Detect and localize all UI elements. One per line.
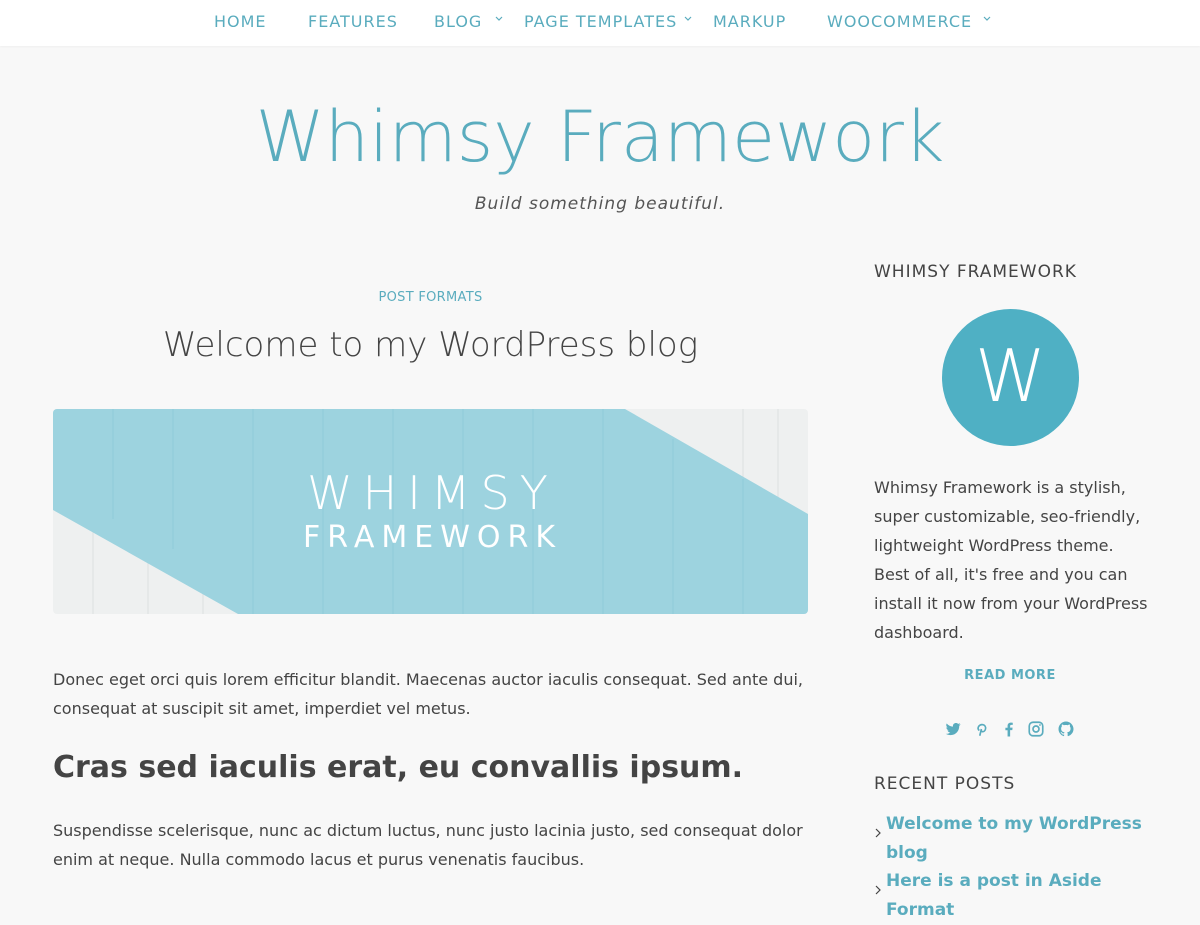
nav-item-woocommerce[interactable]: WOOCOMMERCE bbox=[827, 12, 972, 31]
recent-post-label[interactable]: Welcome to my WordPress blog bbox=[874, 810, 1154, 868]
pinterest-icon[interactable] bbox=[973, 720, 991, 738]
featured-image-line1: WHIMSY bbox=[307, 466, 558, 520]
recent-post-link[interactable]: Welcome to my WordPress blog bbox=[874, 810, 1154, 868]
nav-item-page-templates[interactable]: PAGE TEMPLATES bbox=[524, 12, 677, 31]
post-title[interactable]: Welcome to my WordPress blog bbox=[53, 325, 808, 365]
recent-post-link[interactable]: Here is a post in Aside Format bbox=[874, 867, 1154, 925]
post-category-link[interactable]: POST FORMATS bbox=[53, 290, 808, 305]
featured-image-line2: FRAMEWORK bbox=[302, 520, 563, 555]
nav-item-home[interactable]: HOME bbox=[214, 12, 267, 31]
chevron-right-icon bbox=[874, 819, 882, 838]
site-title[interactable]: Whimsy Framework bbox=[0, 96, 1200, 178]
post-subheading: Cras sed iaculis erat, eu convallis ipsu… bbox=[53, 750, 744, 785]
top-navigation: HOME FEATURES BLOG PAGE TEMPLATES MARKUP… bbox=[0, 0, 1200, 46]
recent-post-label[interactable]: Here is a post in Aside Format bbox=[874, 867, 1154, 925]
twitter-icon[interactable] bbox=[944, 720, 962, 738]
facebook-icon[interactable] bbox=[1000, 720, 1018, 738]
chevron-down-icon[interactable] bbox=[982, 14, 992, 24]
nav-item-features[interactable]: FEATURES bbox=[308, 12, 398, 31]
post-paragraph: Donec eget orci quis lorem efficitur bla… bbox=[53, 670, 803, 718]
logo-letter: W bbox=[974, 334, 1047, 418]
nav-item-markup[interactable]: MARKUP bbox=[713, 12, 786, 31]
site-tagline: Build something beautiful. bbox=[474, 194, 726, 214]
instagram-icon[interactable] bbox=[1027, 720, 1045, 738]
read-more-button[interactable]: READ MORE bbox=[874, 668, 1146, 683]
widget-title-about: WHIMSY FRAMEWORK bbox=[874, 262, 1077, 282]
post-paragraph: Suspendisse scelerisque, nunc ac dictum … bbox=[53, 821, 803, 869]
chevron-down-icon[interactable] bbox=[494, 14, 504, 24]
about-text: Whimsy Framework is a stylish, super cus… bbox=[874, 478, 1148, 642]
chevron-down-icon[interactable] bbox=[683, 14, 693, 24]
nav-item-blog[interactable]: BLOG bbox=[434, 12, 482, 31]
widget-title-recent-posts: RECENT POSTS bbox=[874, 774, 1016, 794]
chevron-right-icon bbox=[874, 876, 882, 895]
github-icon[interactable] bbox=[1057, 720, 1075, 738]
